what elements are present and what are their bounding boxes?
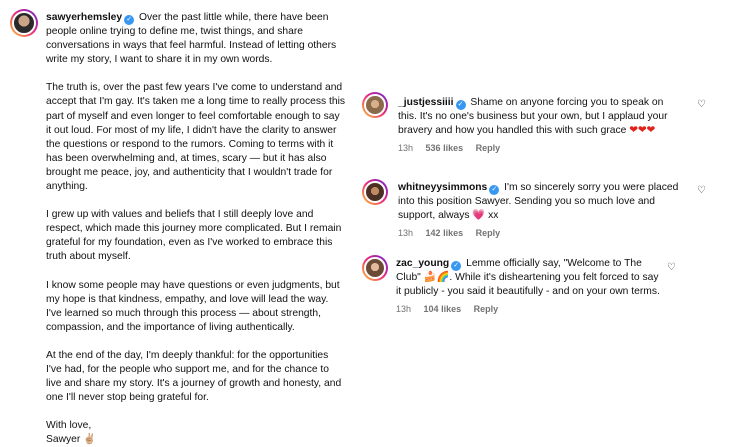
reply-button[interactable]: Reply — [476, 228, 501, 238]
comment-avatar[interactable] — [362, 92, 388, 118]
comment-item: whitneyysimmons ✓ I'm so sincerely sorry … — [398, 181, 683, 240]
post-paragraph-5: At the end of the day, I'm deeply thankf… — [46, 349, 342, 404]
comment-username[interactable]: _justjessiiii — [398, 97, 454, 108]
comment-likes[interactable]: 142 likes — [426, 228, 464, 238]
reply-button[interactable]: Reply — [476, 143, 501, 153]
victory-hand-icon: ✌🏼 — [83, 434, 97, 446]
comment-likes[interactable]: 536 likes — [426, 143, 464, 153]
verified-badge-icon: ✓ — [124, 15, 135, 25]
comment-item: _justjessiiii ✓ Shame on anyone forcing y… — [398, 96, 683, 155]
verified-badge-icon: ✓ — [489, 185, 500, 195]
cake-rainbow-icon: 🍰🌈 — [423, 272, 450, 284]
post-paragraph-2: The truth is, over the past few years I'… — [46, 82, 346, 193]
comment-time: 13h — [396, 304, 412, 315]
verified-badge-icon: ✓ — [451, 261, 462, 271]
post-caption: sawyerhemsley ✓ Over the past little whil… — [46, 11, 346, 447]
post-paragraph-4: I know some people may have questions or… — [46, 279, 340, 333]
comment-username[interactable]: whitneyysimmons — [398, 182, 487, 193]
pink-heart-icon: 💗 — [472, 210, 486, 222]
comment-likes[interactable]: 104 likes — [424, 304, 462, 314]
post-signoff: With love, — [46, 420, 92, 432]
comment-item: zac_young ✓ Lemme officially say, "Welcom… — [396, 257, 661, 316]
comment-time: 13h — [398, 228, 414, 239]
comment-text-tail: xx — [488, 210, 499, 222]
reply-button[interactable]: Reply — [474, 304, 499, 314]
post-signature: Sawyer — [46, 434, 81, 446]
heart-outline-icon[interactable]: ♡ — [697, 185, 706, 196]
comment-meta: 13h 142 likes Reply — [398, 226, 683, 240]
heart-outline-icon[interactable]: ♡ — [667, 262, 676, 273]
post-avatar[interactable] — [10, 9, 38, 37]
verified-badge-icon: ✓ — [455, 100, 466, 110]
comment-meta: 13h 104 likes Reply — [396, 302, 661, 316]
comment-username[interactable]: zac_young — [396, 258, 449, 269]
red-hearts-icon: ❤❤❤ — [629, 125, 656, 137]
comment-meta: 13h 536 likes Reply — [398, 141, 683, 155]
heart-outline-icon[interactable]: ♡ — [697, 99, 706, 110]
post-paragraph-3: I grew up with values and beliefs that I… — [46, 209, 342, 263]
comment-avatar[interactable] — [362, 255, 388, 281]
comment-avatar[interactable] — [362, 179, 388, 205]
comment-time: 13h — [398, 143, 414, 154]
post-username[interactable]: sawyerhemsley — [46, 12, 122, 23]
